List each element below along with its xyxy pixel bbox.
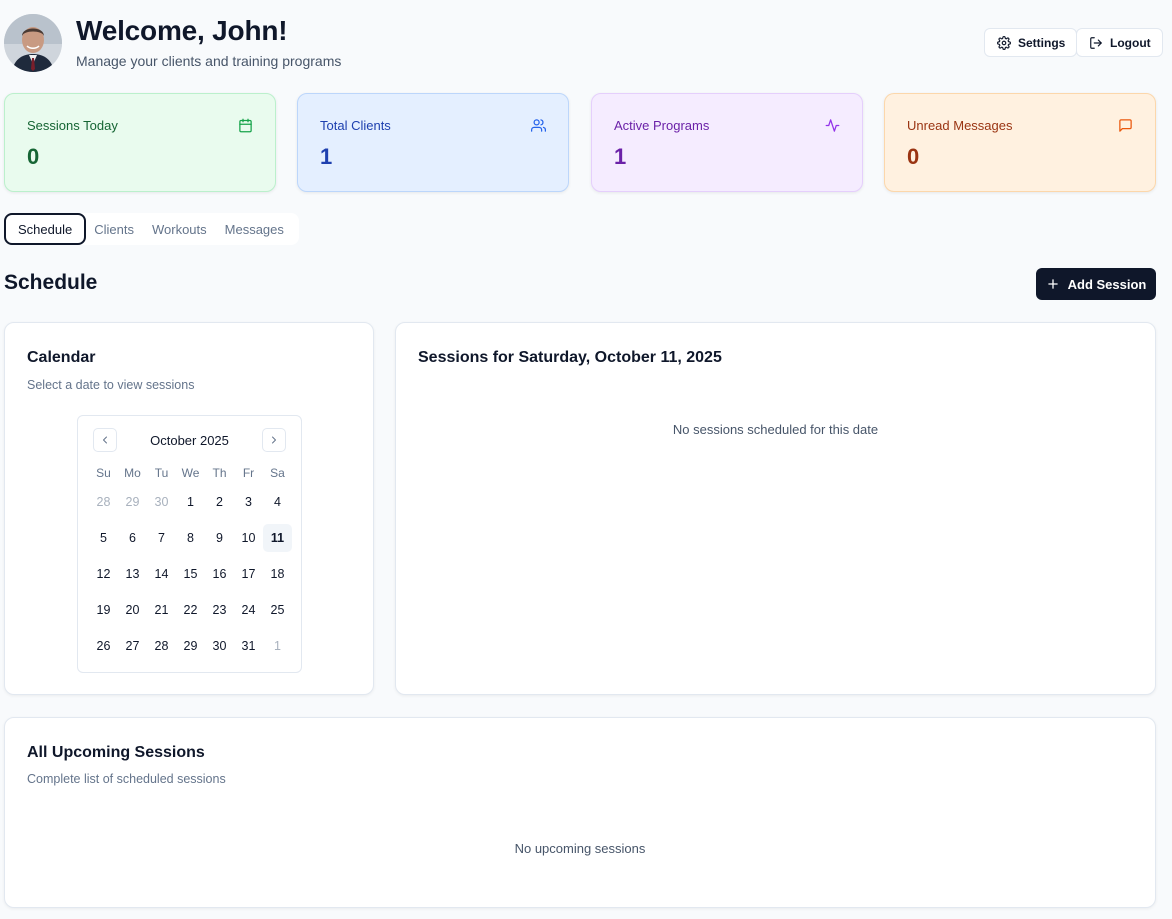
- message-icon: [1119, 119, 1132, 132]
- calendar-day[interactable]: 12: [89, 560, 118, 588]
- welcome-subtitle: Manage your clients and training program…: [76, 53, 342, 69]
- weekday-label: Th: [212, 466, 227, 480]
- calendar-day[interactable]: 8: [176, 524, 205, 552]
- calendar-day[interactable]: 17: [234, 560, 263, 588]
- welcome-heading: Welcome, John!: [76, 15, 288, 46]
- stat-card-active-programs: Active Programs 1: [591, 93, 863, 192]
- calendar-day[interactable]: 27: [118, 632, 147, 660]
- calendar-day[interactable]: 19: [89, 596, 118, 624]
- stat-label: Active Programs: [614, 118, 710, 133]
- empty-sessions-message: No sessions scheduled for this date: [672, 422, 879, 437]
- weekday-label: Sa: [270, 466, 285, 480]
- stat-label: Total Clients: [320, 118, 391, 133]
- calendar-grid: Su Mo Tu We Th Fr Sa 28 29 30 1 2 3 4 5 …: [89, 462, 292, 664]
- page-header: Welcome, John! Manage your clients and t…: [4, 12, 1163, 74]
- users-icon: [531, 119, 546, 132]
- calendar-day[interactable]: 3: [234, 488, 263, 516]
- tab-schedule[interactable]: Schedule: [4, 213, 87, 245]
- card-title: Calendar: [27, 349, 96, 366]
- add-session-label: Add Session: [1067, 276, 1147, 292]
- calendar-week: 19 20 21 22 23 24 25: [89, 592, 292, 628]
- settings-button[interactable]: Settings: [984, 28, 1078, 57]
- calendar-day[interactable]: 26: [89, 632, 118, 660]
- calendar-day[interactable]: 1: [263, 632, 292, 660]
- stat-label: Sessions Today: [27, 118, 118, 133]
- weekday-label: Mo: [124, 466, 141, 480]
- weekday-label: Tu: [154, 466, 169, 480]
- card-description: Select a date to view sessions: [27, 378, 195, 392]
- calendar-day[interactable]: 21: [147, 596, 176, 624]
- sessions-for-date-card: Sessions for Saturday, October 11, 2025 …: [395, 322, 1156, 695]
- stat-label: Unread Messages: [907, 118, 1013, 133]
- calendar-card: Calendar Select a date to view sessions …: [4, 322, 374, 695]
- calendar-day[interactable]: 7: [147, 524, 176, 552]
- settings-label: Settings: [1018, 35, 1066, 50]
- stat-value: 0: [27, 144, 40, 169]
- stat-card-sessions-today: Sessions Today 0: [4, 93, 276, 192]
- add-session-button[interactable]: Add Session: [1036, 268, 1156, 300]
- calendar-day[interactable]: 30: [205, 632, 234, 660]
- stat-value: 0: [907, 144, 920, 169]
- calendar-day[interactable]: 31: [234, 632, 263, 660]
- calendar-day[interactable]: 5: [89, 524, 118, 552]
- stat-value: 1: [320, 144, 333, 169]
- empty-upcoming-message: No upcoming sessions: [514, 841, 646, 856]
- calendar-day[interactable]: 15: [176, 560, 205, 588]
- calendar-day[interactable]: 14: [147, 560, 176, 588]
- calendar-day[interactable]: 25: [263, 596, 292, 624]
- chevron-right-icon: [272, 436, 276, 444]
- calendar-icon: [239, 118, 252, 133]
- calendar-day[interactable]: 13: [118, 560, 147, 588]
- calendar-day[interactable]: 23: [205, 596, 234, 624]
- weekday-label: Su: [96, 466, 111, 480]
- calendar-day[interactable]: 4: [263, 488, 292, 516]
- calendar-day[interactable]: 9: [205, 524, 234, 552]
- calendar-day[interactable]: 16: [205, 560, 234, 588]
- logout-button[interactable]: Logout: [1076, 28, 1163, 57]
- card-title: All Upcoming Sessions: [27, 744, 205, 761]
- calendar-day[interactable]: 28: [89, 488, 118, 516]
- weekday-label: Fr: [242, 466, 255, 480]
- section-title: Schedule: [4, 271, 98, 294]
- next-month-button[interactable]: [262, 428, 286, 452]
- card-description: Complete list of scheduled sessions: [27, 772, 226, 786]
- calendar-week: 5 6 7 8 9 10 11: [89, 520, 292, 556]
- gear-icon: [997, 35, 1011, 50]
- logout-icon: [1090, 36, 1102, 49]
- calendar-day[interactable]: 24: [234, 596, 263, 624]
- calendar-day[interactable]: 28: [147, 632, 176, 660]
- activity-icon: [825, 119, 840, 132]
- calendar-day[interactable]: 10: [234, 524, 263, 552]
- plus-icon: [1047, 279, 1058, 289]
- upcoming-sessions-card: All Upcoming Sessions Complete list of s…: [4, 717, 1156, 908]
- avatar[interactable]: [4, 14, 62, 72]
- date-picker: October 2025 Su Mo Tu We Th Fr Sa 28 29 …: [77, 415, 302, 673]
- calendar-day[interactable]: 22: [176, 596, 205, 624]
- weekday-header: Su Mo Tu We Th Fr Sa: [89, 462, 292, 484]
- card-title: Sessions for Saturday, October 11, 2025: [418, 349, 722, 366]
- calendar-day[interactable]: 30: [147, 488, 176, 516]
- weekday-label: We: [181, 466, 200, 480]
- tab-clients[interactable]: Clients: [86, 213, 142, 245]
- calendar-week: 28 29 30 1 2 3 4: [89, 484, 292, 520]
- calendar-day[interactable]: 29: [118, 488, 147, 516]
- tab-bar: Schedule Clients Workouts Messages: [4, 213, 299, 245]
- tab-messages[interactable]: Messages: [217, 213, 292, 245]
- calendar-day[interactable]: 29: [176, 632, 205, 660]
- calendar-day-selected[interactable]: 11: [263, 524, 292, 552]
- calendar-day[interactable]: 6: [118, 524, 147, 552]
- calendar-week: 26 27 28 29 30 31 1: [89, 628, 292, 664]
- stat-card-unread-messages: Unread Messages 0: [884, 93, 1156, 192]
- stat-value: 1: [614, 144, 627, 169]
- calendar-day[interactable]: 1: [176, 488, 205, 516]
- calendar-day[interactable]: 2: [205, 488, 234, 516]
- logout-label: Logout: [1110, 35, 1151, 50]
- tab-workouts[interactable]: Workouts: [142, 213, 217, 245]
- stat-card-total-clients: Total Clients 1: [297, 93, 569, 192]
- calendar-day[interactable]: 20: [118, 596, 147, 624]
- calendar-day[interactable]: 18: [263, 560, 292, 588]
- calendar-week: 12 13 14 15 16 17 18: [89, 556, 292, 592]
